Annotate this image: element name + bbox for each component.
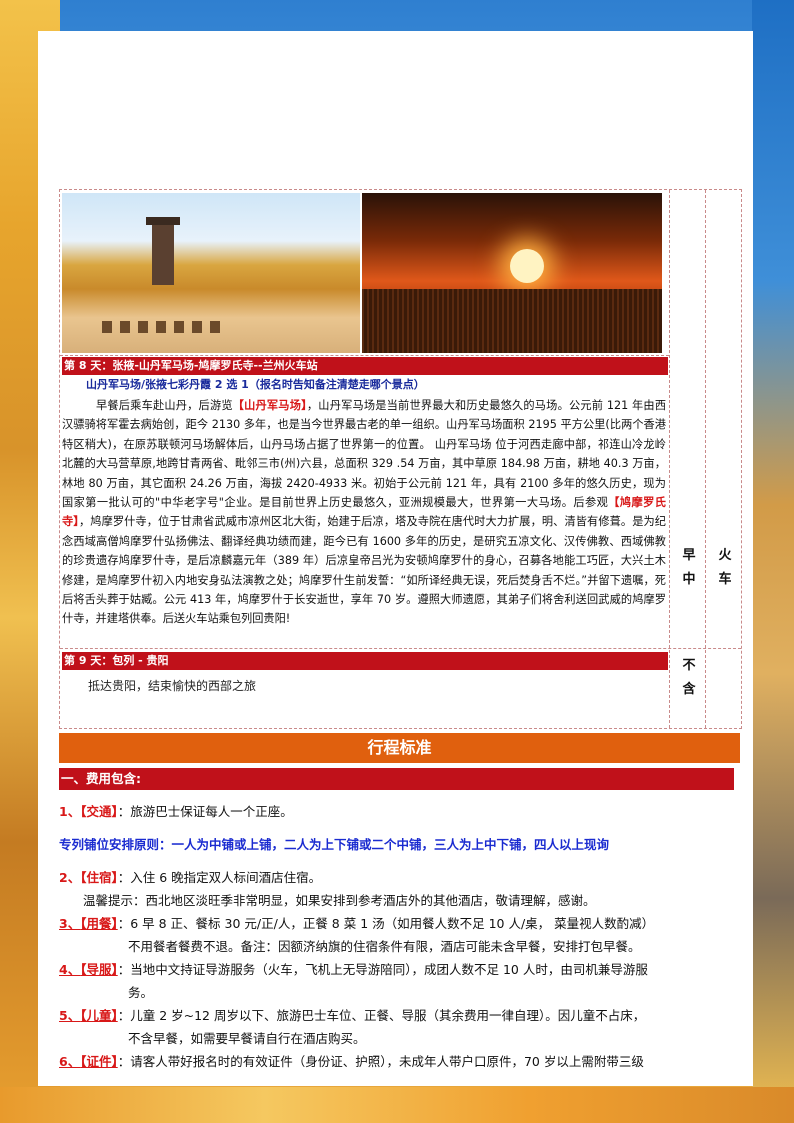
itinerary-content: 第 8 天：张掖-山丹军马场-鸠摩罗氏寺--兰州火车站 山丹军马场/张掖七彩丹霞… <box>59 189 742 1073</box>
fee-item-accommodation: 2、【住宿】：入住 6 晚指定双人标间酒店住宿。 <box>59 870 322 885</box>
itinerary-table: 第 8 天：张掖-山丹军马场-鸠摩罗氏寺--兰州火车站 山丹军马场/张掖七彩丹霞… <box>59 189 742 729</box>
day8-description: 早餐后乘车赴山丹，后游览【山丹军马场】，山丹军马场是当前世界最大和历史最悠久的马… <box>62 396 666 629</box>
berth-rule: 专列铺位安排原则：一人为中铺或上铺，二人为上下铺或二个中铺，三人为上中下铺，四人… <box>59 837 610 852</box>
pagoda-shape <box>146 217 180 285</box>
photo-row <box>60 190 669 356</box>
sun-shape <box>510 249 544 283</box>
day8-text-part2: ，山丹军马场是当前世界最大和历史最悠久的马场。公元前 121 年由西汉骠骑将军霍… <box>62 399 667 510</box>
day8-title: 第 8 天：张掖-山丹军马场-鸠摩罗氏寺--兰州火车站 <box>62 357 668 375</box>
background-right-sky <box>752 0 794 1123</box>
fee-item-documents: 6、【证件】：请客人带好报名时的有效证件（身份证、护照），未成年人带户口原件，7… <box>59 1054 644 1069</box>
photo-desert-poplar-tower <box>62 193 360 353</box>
fee-items: 1、【交通】：旅游巴士保证每人一个正座。 专列铺位安排原则：一人为中铺或上铺，二… <box>59 800 740 1073</box>
day8-text-part1: 早餐后乘车赴山丹，后游览 <box>96 399 233 412</box>
day8-hotel-2: 车 <box>718 572 732 587</box>
day9-meal-2: 含 <box>682 682 696 697</box>
reeds-shape <box>362 289 662 353</box>
fee-item-meals: 3、【用餐】：6 早 8 正、餐标 30 元/正/人，正餐 8 菜 1 汤（如用… <box>59 916 655 931</box>
document-page: 第 8 天：张掖-山丹军马场-鸠摩罗氏寺--兰州火车站 山丹军马场/张掖七彩丹霞… <box>38 31 753 1086</box>
day8-meal-1: 早 <box>682 548 696 563</box>
photo-sunset-reeds <box>362 193 662 353</box>
camel-caravan-shape <box>102 321 222 333</box>
day8-subtitle: 山丹军马场/张掖七彩丹霞 2 选 1（报名时告知备注清楚走哪个景点） <box>86 378 425 391</box>
accommodation-note: 温馨提示：西北地区淡旺季非常明显，如果安排到参考酒店外的其他酒店，敬请理解，感谢… <box>83 893 596 908</box>
background-bottom-strip <box>0 1087 794 1123</box>
day9-meal-1: 不 <box>682 658 696 673</box>
meals-note: 不用餐者餐费不退。备注：因额济纳旗的住宿条件有限，酒店可能未含早餐，安排打包早餐… <box>128 939 641 954</box>
section-title-standard: 行程标准 <box>59 733 740 763</box>
fee-item-transport: 1、【交通】：旅游巴士保证每人一个正座。 <box>59 804 293 819</box>
fee-item-children: 5、【儿童】：儿童 2 岁~12 周岁以下、旅游巴士车位、正餐、导服（其余费用一… <box>59 1008 646 1023</box>
highlight-shandan-horse-farm: 【山丹军马场】 <box>232 399 307 412</box>
day8-hotel-1: 火 <box>718 548 732 563</box>
children-note: 不含早餐，如需要早餐请自行在酒店购买。 <box>128 1031 366 1046</box>
day9-text: 抵达贵阳，结束愉快的西部之旅 <box>88 679 257 693</box>
day8-meal-2: 中 <box>682 572 696 587</box>
day8-text-part3: ，鸠摩罗什寺，位于甘肃省武威市凉州区北大街，始建于后凉，塔及寺院在唐代时大力扩展… <box>62 515 666 626</box>
day9-title: 第 9 天：包列 - 贵阳 <box>62 652 668 670</box>
row-divider-day9 <box>60 648 741 649</box>
guide-note: 务。 <box>128 985 154 1000</box>
fee-include-header: 一、费用包含: <box>59 768 734 790</box>
fee-item-guide: 4、【导服】：当地中文持证导游服务（火车，飞机上无导游陪同），成团人数不足 10… <box>59 962 648 977</box>
